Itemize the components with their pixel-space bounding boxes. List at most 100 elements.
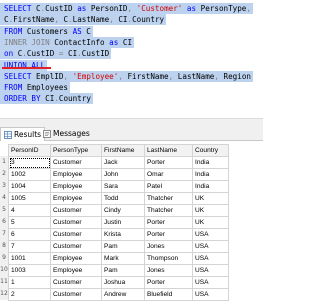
code-line[interactable]: FROM Employees [0,82,71,94]
row-number[interactable]: 7 [0,228,8,240]
column-header[interactable]: PersonID [8,144,51,157]
table-cell[interactable]: Justin [101,216,145,229]
table-cell[interactable]: Todd [101,192,145,205]
table-cell[interactable]: 1005 [8,192,51,205]
code-line[interactable]: ORDER BY CI.Country [0,93,93,105]
row-number[interactable]: 6 [0,216,8,228]
code-line[interactable]: INNER JOIN ContactInfo as CI [0,36,135,48]
table-cell[interactable]: Jones [144,264,193,277]
code-line[interactable]: SELECT C.CustID as PersonID, 'Customer' … [0,3,253,14]
table-cell[interactable]: 3 [8,156,51,169]
row-number[interactable]: 2 [0,168,8,180]
row-number[interactable]: 12 [0,288,8,300]
table-cell[interactable]: Jones [144,240,193,253]
table-cell[interactable]: Customer [50,276,102,289]
tab-results[interactable]: Results [0,127,46,141]
table-cell[interactable]: Customer [50,288,102,301]
table-cell[interactable]: Pam [101,264,145,277]
table-cell[interactable]: 1001 [8,252,51,265]
table-cell[interactable]: Customer [50,240,102,253]
results-grid[interactable]: 1 2 3 4 5 6 7 8 9 10 11 12 PersonID PersonType Firs… [0,141,263,301]
table-cell[interactable]: Customer [50,156,102,169]
table-row[interactable]: 1 Customer Joshua Porter USA [8,276,229,289]
table-cell[interactable]: Customer [50,228,102,241]
table-cell[interactable]: 7 [8,240,51,253]
table-cell[interactable]: India [192,156,229,169]
table-row[interactable]: 1002 Employee John Omar India [8,168,229,181]
table-cell[interactable]: Pam [101,240,145,253]
table-row[interactable]: 2 Customer Andrew Bluefield USA [8,288,229,301]
column-header[interactable]: Country [192,144,229,157]
table-row[interactable]: 7 Customer Pam Jones USA [8,240,229,253]
table-cell[interactable]: Patel [144,180,193,193]
row-number[interactable]: 3 [0,180,8,192]
table-cell[interactable]: India [192,168,229,181]
table-cell[interactable]: USA [192,252,229,265]
table-cell[interactable]: USA [192,228,229,241]
row-number[interactable]: 5 [0,204,8,216]
table-cell[interactable]: Porter [144,276,193,289]
table-cell[interactable]: UK [192,204,229,217]
table-cell[interactable]: India [192,180,229,193]
table-cell[interactable]: Thompson [144,252,193,265]
table-cell[interactable]: Omar [144,168,193,181]
table-cell[interactable]: Employee [50,252,102,265]
table-cell[interactable]: USA [192,264,229,277]
table-cell[interactable]: Thatcher [144,192,193,205]
table-cell[interactable]: Porter [144,228,193,241]
table-cell[interactable]: Employee [50,180,102,193]
table-cell[interactable]: Porter [144,216,193,229]
column-header[interactable]: FirstName [101,144,145,157]
table-cell[interactable]: Bluefield [144,288,193,301]
table-cell[interactable]: 5 [8,216,51,229]
table-cell[interactable]: USA [192,276,229,289]
table-cell[interactable]: Jack [101,156,145,169]
table-cell[interactable]: Andrew [101,288,145,301]
table-cell[interactable]: Krista [101,228,145,241]
table-cell[interactable]: USA [192,288,229,301]
table-cell[interactable]: Porter [144,156,193,169]
code-line[interactable]: FROM Customers AS C [0,25,93,37]
row-number[interactable]: 10 [0,264,8,276]
table-row[interactable]: 4 Customer Cindy Thatcher UK [8,204,229,217]
column-header[interactable]: LastName [144,144,193,157]
table-cell[interactable]: UK [192,192,229,205]
table-cell[interactable]: USA [192,240,229,253]
table-cell[interactable]: 1 [8,276,51,289]
table-row[interactable]: 1003 Employee Pam Jones USA [8,264,229,277]
table-cell[interactable]: Employee [50,192,102,205]
table-row[interactable]: 3 Customer Jack Porter India [8,156,229,169]
table-cell[interactable]: Cindy [101,204,145,217]
table-cell[interactable]: Customer [50,216,102,229]
table-row[interactable]: 5 Customer Justin Porter UK [8,216,229,229]
table-cell[interactable]: Employee [50,168,102,181]
table-cell[interactable]: 1003 [8,264,51,277]
table-row[interactable]: 1004 Employee Sara Patel India [8,180,229,193]
sql-editor[interactable]: SELECT C.CustID as PersonID, 'Customer' … [0,0,263,118]
table-cell[interactable]: Thatcher [144,204,193,217]
table-cell[interactable]: Joshua [101,276,145,289]
code-line[interactable]: C.FirstName, C.LastName, CI.Country [0,14,167,26]
table-cell[interactable]: 6 [8,228,51,241]
table-cell[interactable]: 2 [8,288,51,301]
table-cell[interactable]: 4 [8,204,51,217]
table-cell[interactable]: Employee [50,264,102,277]
column-header[interactable]: PersonType [50,144,102,157]
table-cell[interactable]: Mark [101,252,145,265]
table-row[interactable]: 6 Customer Krista Porter USA [8,228,229,241]
table-row[interactable]: 1001 Employee Mark Thompson USA [8,252,229,265]
table-cell[interactable]: 1004 [8,180,51,193]
code-line[interactable]: SELECT EmplID, 'Employee', FirstName, La… [0,70,253,82]
row-number[interactable]: 9 [0,252,8,264]
row-number[interactable]: 1 [0,156,8,168]
table-cell[interactable]: UK [192,216,229,229]
tab-messages[interactable]: Messages [40,127,93,140]
table-cell[interactable]: Sara [101,180,145,193]
table-row[interactable]: 1005 Employee Todd Thatcher UK [8,192,229,205]
row-number[interactable]: 4 [0,192,8,204]
row-number[interactable]: 8 [0,240,8,252]
table-cell[interactable]: 1002 [8,168,51,181]
code-line[interactable]: on C.CustID = CI.CustID [0,48,112,60]
table-cell[interactable]: Customer [50,204,102,217]
row-number[interactable]: 11 [0,276,8,288]
